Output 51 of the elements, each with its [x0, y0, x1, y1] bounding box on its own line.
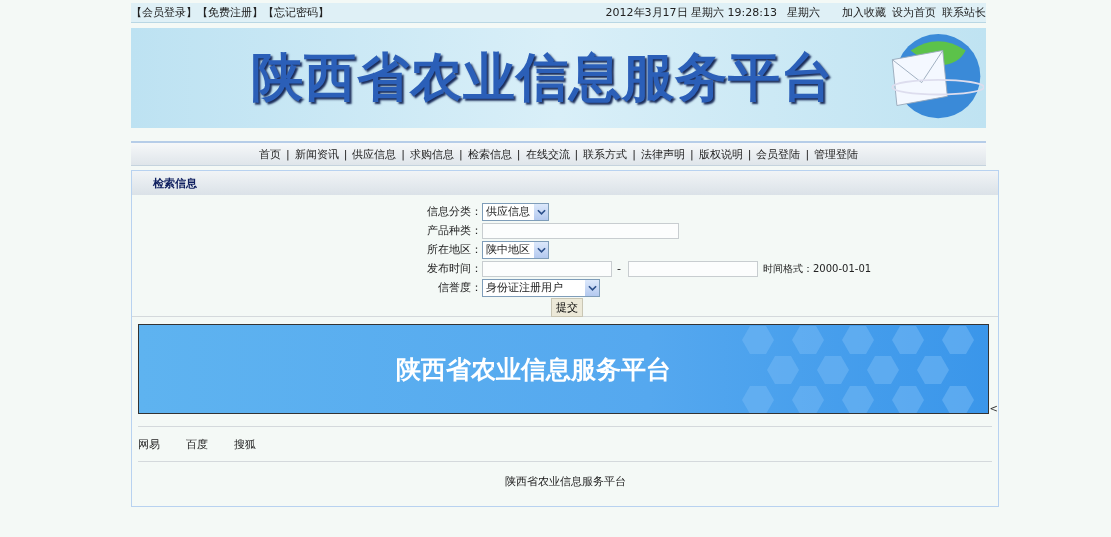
nav-separator: | — [689, 147, 694, 161]
date-field[interactable] — [628, 260, 758, 277]
nav-separator: | — [632, 147, 636, 161]
nav-separator: | — [805, 147, 810, 161]
nav-separator: | — [459, 147, 463, 161]
site-link[interactable]: 加入收藏 — [842, 5, 886, 20]
text-field[interactable] — [482, 222, 679, 239]
field-label: 所在地区： — [426, 242, 482, 257]
account-link[interactable]: 【忘记密码】 — [263, 5, 329, 20]
footer-text: 陕西省农业信息服务平台 — [503, 474, 627, 490]
range-dash: - — [617, 262, 621, 275]
nav-separator: | — [747, 147, 752, 161]
nav-separator: | — [285, 147, 290, 161]
nav-link[interactable]: 法律声明 — [640, 146, 685, 162]
field-label: 信息分类： — [426, 204, 482, 219]
banner-title: 陕西省农业信息服务平台 — [251, 46, 834, 109]
nav-link[interactable]: 联系方式 — [583, 146, 628, 162]
nav-separator: | — [401, 147, 406, 161]
site-link[interactable]: 设为首页 — [892, 5, 936, 20]
dropdown[interactable]: 陕中地区 — [482, 240, 549, 259]
nav-link[interactable]: 版权说明 — [698, 146, 743, 162]
account-link[interactable]: 【免费注册】 — [197, 5, 263, 20]
nav-link[interactable]: 求购信息 — [410, 146, 455, 162]
nav-link[interactable]: 检索信息 — [467, 146, 512, 162]
nav-link[interactable]: 会员登陆 — [756, 146, 801, 162]
nav-link[interactable]: 新闻资讯 — [294, 146, 339, 162]
friend-link[interactable]: 搜狐 — [234, 436, 256, 452]
field-label: 发布时间： — [426, 261, 482, 276]
nav-separator: | — [574, 147, 579, 161]
nav-separator: | — [516, 147, 521, 161]
nav-separator: | — [343, 147, 348, 161]
dropdown[interactable]: 供应信息 — [482, 202, 549, 221]
friend-link[interactable]: 网易 — [138, 436, 160, 452]
weekday-text: 星期六 — [787, 5, 820, 20]
nav-link[interactable]: 供应信息 — [352, 146, 397, 162]
format-hint: 时间格式：2000-01-01 — [763, 261, 872, 276]
nav-link[interactable]: 首页 — [258, 146, 281, 162]
date-time-text: 2012年3月17日 星期六 19:28:13 — [605, 5, 777, 20]
nav-link[interactable]: 管理登陆 — [814, 146, 859, 162]
nav-link[interactable]: 在线交流 — [525, 146, 570, 162]
friend-link[interactable]: 百度 — [186, 436, 208, 452]
dropdown[interactable]: 身份证注册用户 — [482, 278, 600, 297]
field-label: 信誉度： — [437, 280, 482, 295]
field-label: 产品种类： — [426, 223, 482, 238]
promo-title: 陕西省农业信息服务平台 — [395, 353, 671, 386]
date-field[interactable] — [482, 260, 612, 277]
stray-mark: < — [989, 403, 998, 414]
panel-title: 检索信息 — [153, 175, 197, 191]
submit-button[interactable]: 提交 — [551, 297, 583, 317]
site-link[interactable]: 联系站长 — [942, 5, 986, 20]
account-link[interactable]: 【会员登录】 — [131, 5, 197, 20]
